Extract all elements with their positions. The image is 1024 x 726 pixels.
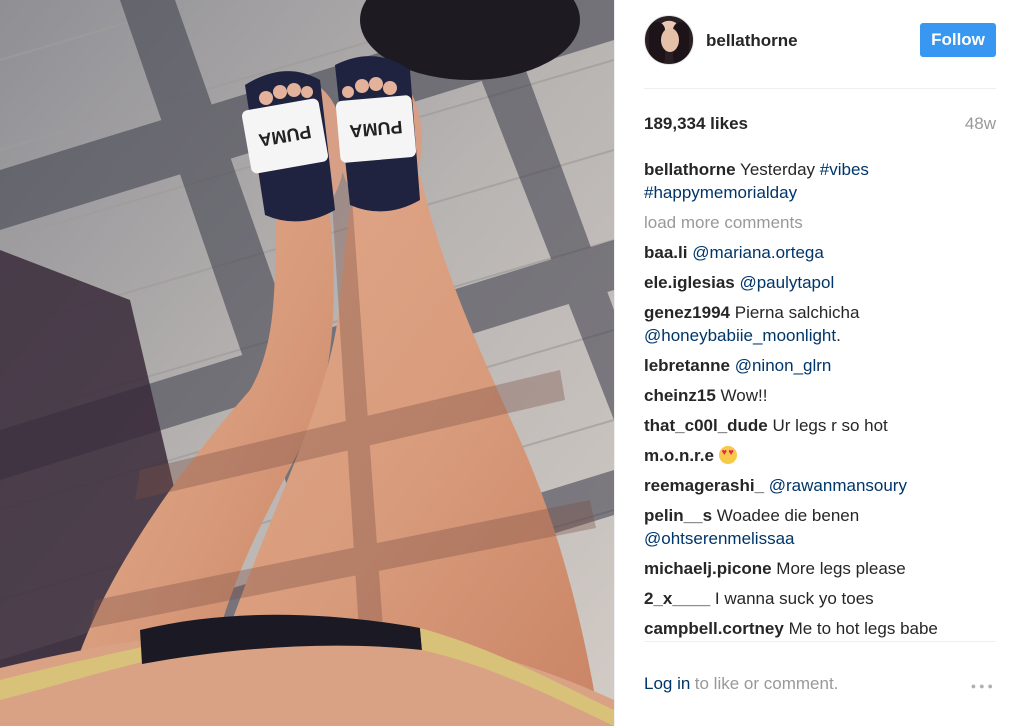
comments-list: bellathorne Yesterday #vibes #happymemor…	[644, 158, 996, 647]
likes-count[interactable]: 189,334 likes	[644, 114, 748, 134]
comment-item: 2_x____ I wanna suck yo toes	[644, 587, 996, 610]
comment-text: Ur legs r so hot	[772, 416, 888, 435]
comment-username[interactable]: campbell.cortney	[644, 619, 784, 638]
comment-mention[interactable]: @rawanmansoury	[769, 476, 907, 495]
post-side-panel: bellathorne Follow 189,334 likes 48w bel…	[614, 0, 1024, 726]
comment-item: baa.li @mariana.ortega	[644, 241, 996, 264]
caption-username[interactable]: bellathorne	[644, 160, 736, 179]
comment-text: Pierna salchicha	[734, 303, 860, 322]
comment-username[interactable]: pelin__s	[644, 506, 712, 525]
login-link[interactable]: Log in	[644, 674, 690, 693]
post-stats: 189,334 likes 48w	[644, 114, 996, 136]
comment-mention[interactable]: @mariana.ortega	[692, 243, 824, 262]
post-header: bellathorne Follow	[615, 0, 1024, 88]
comment-item: genez1994 Pierna salchicha @honeybabiie_…	[644, 301, 996, 347]
instagram-post: PUMA PUMA bellathorne Follow 189,334 lik…	[0, 0, 1024, 726]
post-photo[interactable]: PUMA PUMA	[0, 0, 614, 726]
post-footer: Log in to like or comment. ●●●	[644, 674, 996, 696]
comment-username[interactable]: baa.li	[644, 243, 687, 262]
comment-mention[interactable]: @paulytapol	[739, 273, 834, 292]
comment-text: Me to hot legs babe	[788, 619, 938, 638]
comment-text: More legs please	[776, 559, 906, 578]
comment-mention[interactable]: @ninon_glrn	[735, 356, 832, 375]
comment-item: ele.iglesias @paulytapol	[644, 271, 996, 294]
caption-text: Yesterday	[740, 160, 816, 179]
load-more-comments-link[interactable]: load more comments	[644, 211, 996, 234]
comment-username[interactable]: reemagerashi_	[644, 476, 764, 495]
comment-username[interactable]: ele.iglesias	[644, 273, 735, 292]
comment-item: pelin__s Woadee die benen @ohtserenmelis…	[644, 504, 996, 550]
hashtag-vibes[interactable]: #vibes	[820, 160, 869, 179]
comment-username[interactable]: michaelj.picone	[644, 559, 772, 578]
comment-item: lebretanne @ninon_glrn	[644, 354, 996, 377]
caption: bellathorne Yesterday #vibes #happymemor…	[644, 158, 996, 204]
footer-divider	[644, 641, 996, 642]
comment-mention[interactable]: @honeybabiie_moonlight	[644, 326, 836, 345]
comment-username[interactable]: 2_x____	[644, 589, 710, 608]
comment-item: that_c00l_dude Ur legs r so hot	[644, 414, 996, 437]
post-age[interactable]: 48w	[965, 114, 996, 134]
comment-text: Wow!!	[720, 386, 768, 405]
comment-username[interactable]: that_c00l_dude	[644, 416, 768, 435]
comment-text: I wanna suck yo toes	[714, 589, 874, 608]
comment-username[interactable]: genez1994	[644, 303, 730, 322]
heart-eyes-emoji-icon	[718, 446, 737, 464]
header-divider	[644, 88, 996, 89]
comment-mention[interactable]: @ohtserenmelissaa	[644, 529, 795, 548]
comment-text: Woadee die benen	[716, 506, 860, 525]
login-prompt-text: to like or comment.	[694, 674, 839, 693]
comment-item: michaelj.picone More legs please	[644, 557, 996, 580]
follow-button[interactable]: Follow	[920, 23, 996, 57]
comment-item: m.o.n.r.e	[644, 444, 996, 467]
comment-username[interactable]: m.o.n.r.e	[644, 446, 714, 465]
comment-username[interactable]: cheinz15	[644, 386, 716, 405]
comment-item: reemagerashi_ @rawanmansoury	[644, 474, 996, 497]
comment-username[interactable]: lebretanne	[644, 356, 730, 375]
comment-item: cheinz15 Wow!!	[644, 384, 996, 407]
hashtag-happymemorialday[interactable]: #happymemorialday	[644, 183, 797, 202]
avatar[interactable]	[644, 15, 694, 65]
photo-illustration: PUMA PUMA	[0, 0, 614, 726]
comment-item: campbell.cortney Me to hot legs babe	[644, 617, 996, 640]
header-username[interactable]: bellathorne	[706, 31, 798, 51]
more-options-icon[interactable]: ●●●	[971, 681, 996, 691]
comment-suffix: .	[836, 326, 841, 345]
